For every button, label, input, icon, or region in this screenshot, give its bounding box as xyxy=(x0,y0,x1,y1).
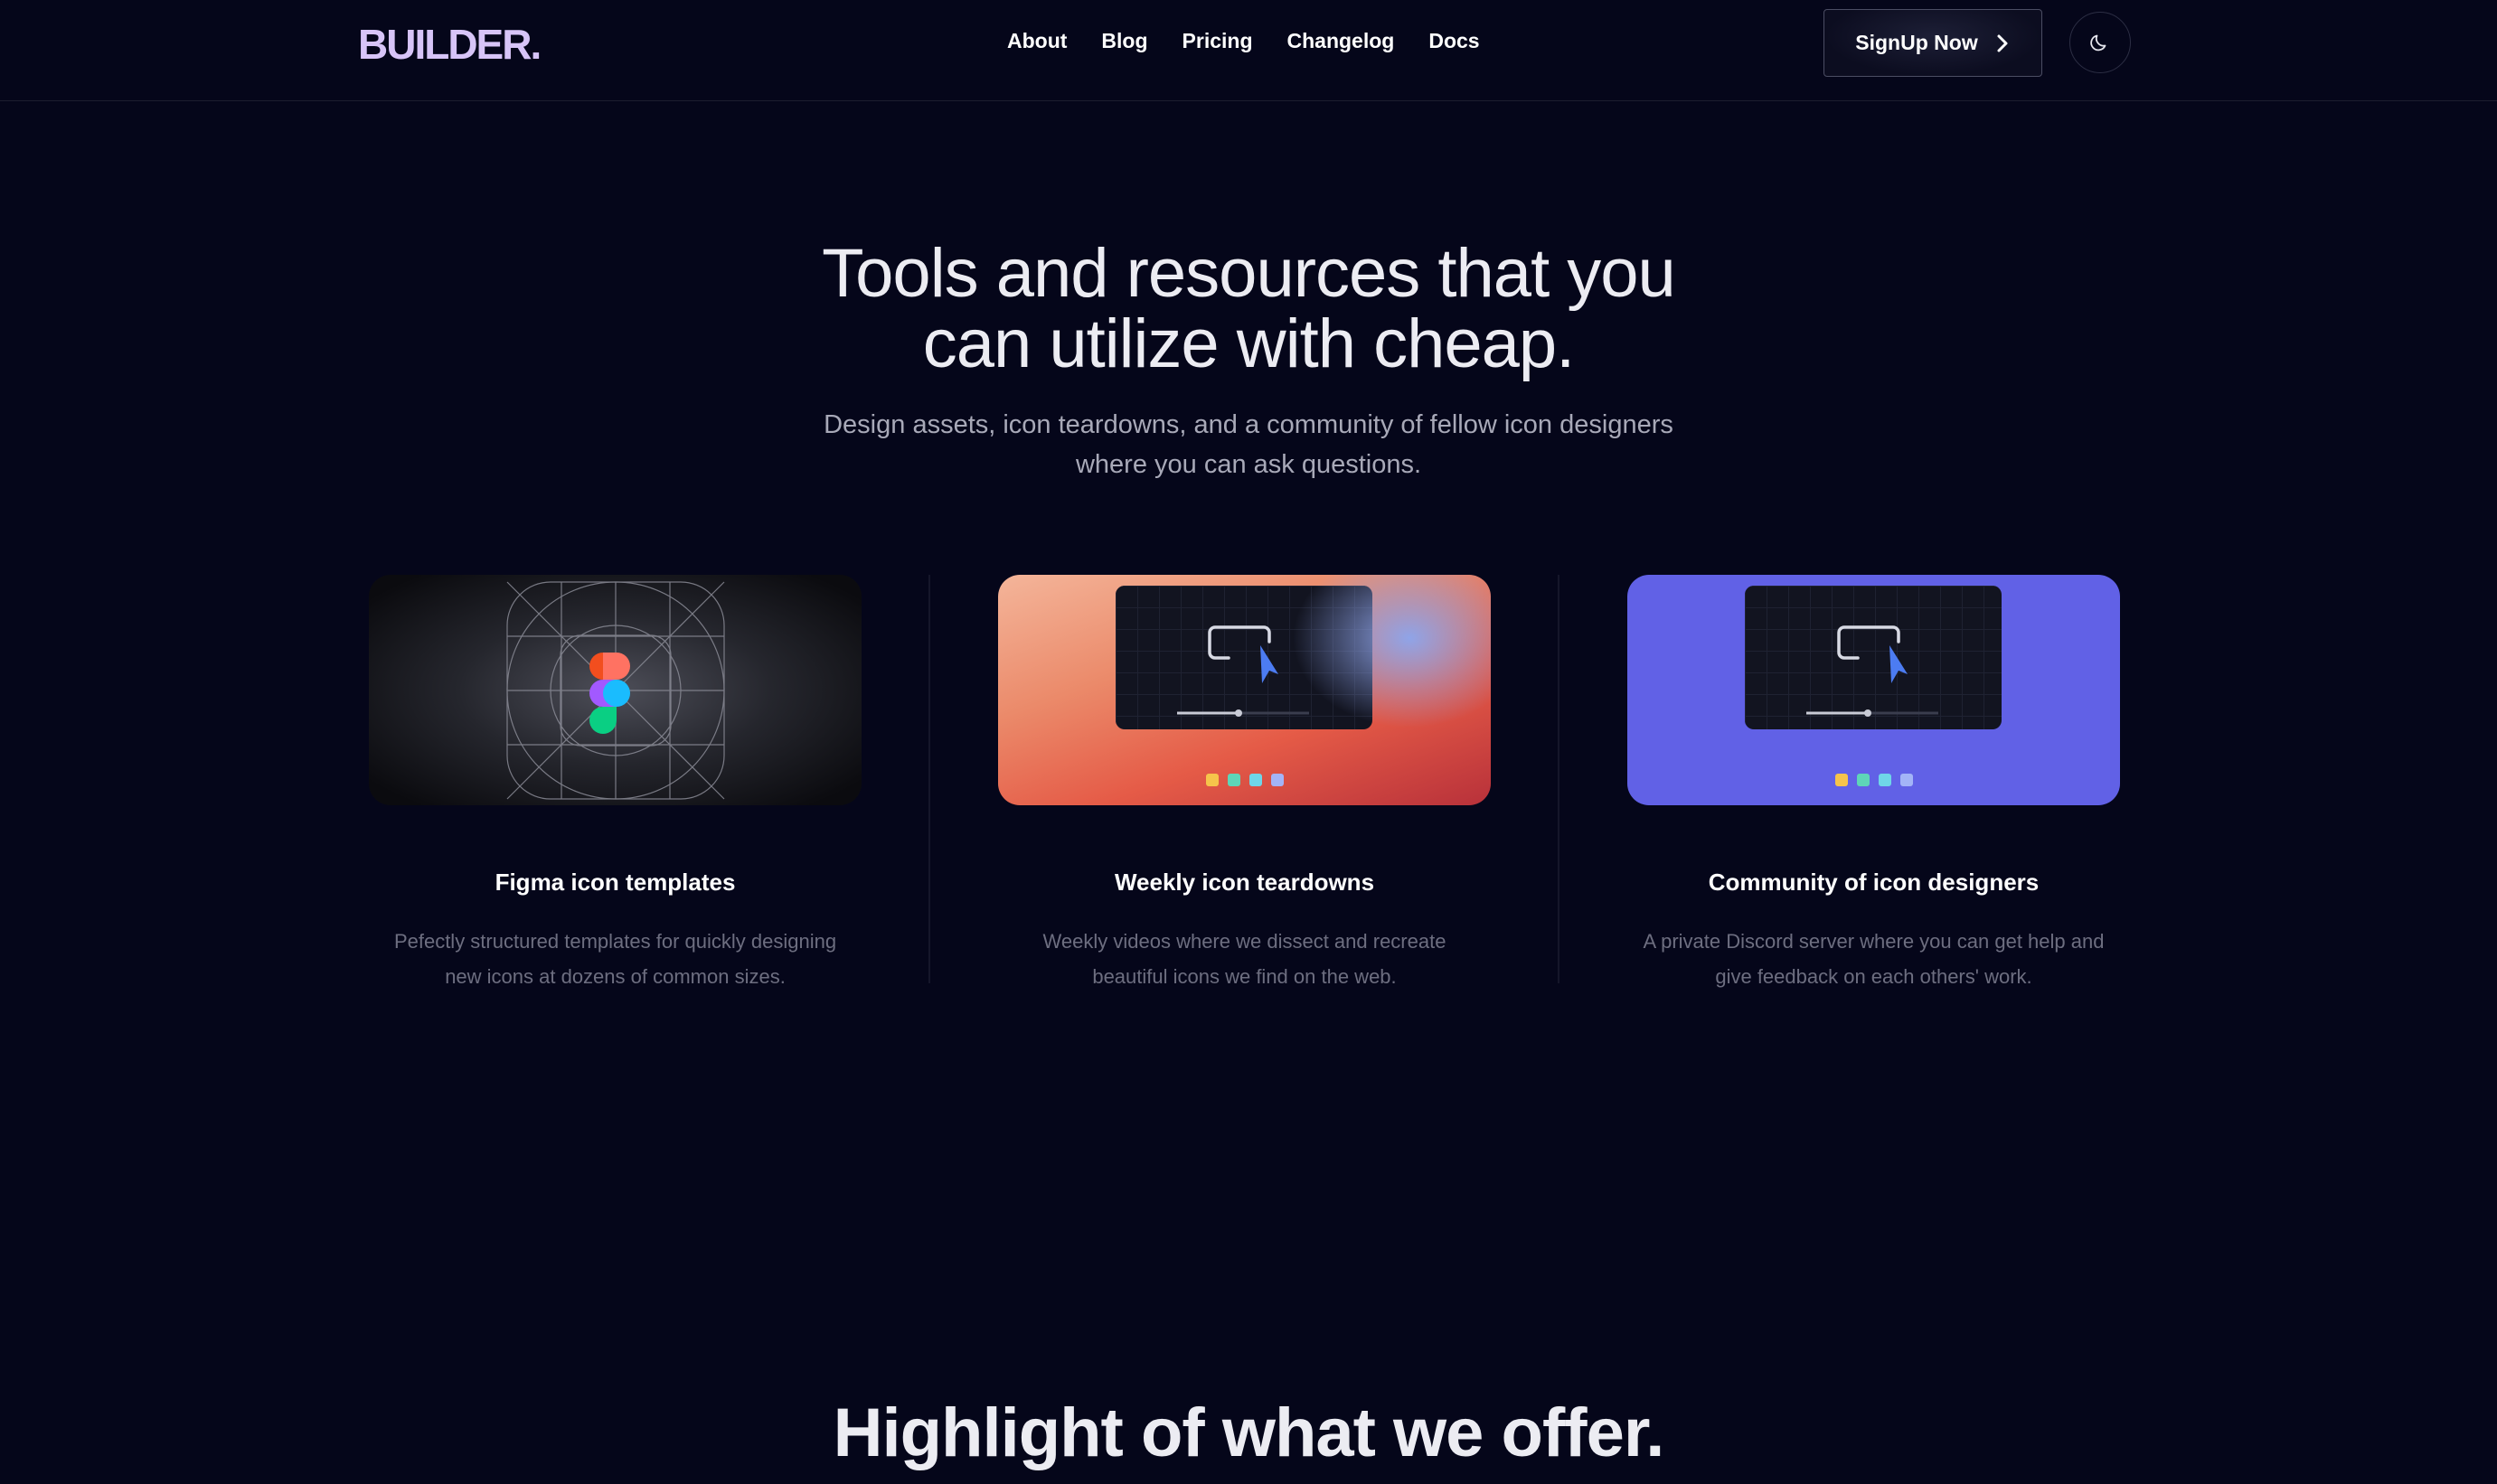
card-description-line1: A private Discord server where you can g… xyxy=(1643,930,2105,953)
video-player-icon xyxy=(1116,586,1372,729)
nav-changelog[interactable]: Changelog xyxy=(1287,29,1395,53)
nav-about[interactable]: About xyxy=(1007,29,1067,53)
hero-subtitle: Design assets, icon teardowns, and a com… xyxy=(0,405,2497,484)
card-description: Pefectly structured templates for quickl… xyxy=(369,924,862,994)
card-title: Weekly icon teardowns xyxy=(1114,869,1375,896)
card-thumbnail xyxy=(998,575,1491,805)
card-divider xyxy=(928,575,930,983)
logo[interactable]: BUILDER. xyxy=(358,20,542,69)
card-description: Weekly videos where we dissect and recre… xyxy=(998,924,1491,994)
moon-icon xyxy=(2090,34,2106,52)
nav-blog[interactable]: Blog xyxy=(1101,29,1147,53)
site-header: BUILDER. About Blog Pricing Changelog Do… xyxy=(0,0,2497,101)
hero-title-line2: can utilize with cheap. xyxy=(922,305,1576,382)
card-description-line2: beautiful icons we find on the web. xyxy=(1092,965,1397,988)
icon-grid-template xyxy=(506,581,725,800)
hero-subtitle-line2: where you can ask questions. xyxy=(1075,450,1422,479)
card-divider xyxy=(1558,575,1559,983)
color-dots xyxy=(1627,774,2120,786)
feature-card-community[interactable]: Community of icon designers A private Di… xyxy=(1627,575,2120,994)
nav-docs[interactable]: Docs xyxy=(1428,29,1479,53)
card-thumbnail xyxy=(369,575,862,805)
chevron-right-icon xyxy=(1997,34,2008,52)
card-description-line1: Weekly videos where we dissect and recre… xyxy=(1042,930,1446,953)
card-title: Community of icon designers xyxy=(1708,869,2040,896)
signup-button-label: SignUp Now xyxy=(1855,31,1978,54)
main-nav: About Blog Pricing Changelog Docs xyxy=(1007,29,1480,53)
card-description-line1: Pefectly structured templates for quickl… xyxy=(393,930,837,953)
card-title: Figma icon templates xyxy=(495,869,736,896)
card-description-line2: new icons at dozens of common sizes. xyxy=(445,965,786,988)
hero-title-line1: Tools and resources that you xyxy=(822,235,1676,312)
color-dots xyxy=(998,774,1491,786)
feature-card-teardowns[interactable]: Weekly icon teardowns Weekly videos wher… xyxy=(998,575,1491,994)
theme-toggle-button[interactable] xyxy=(2069,12,2131,73)
card-thumbnail xyxy=(1627,575,2120,805)
nav-pricing[interactable]: Pricing xyxy=(1183,29,1253,53)
figma-logo-icon xyxy=(589,653,630,734)
card-description: A private Discord server where you can g… xyxy=(1627,924,2120,994)
signup-button[interactable]: SignUp Now xyxy=(1823,9,2042,77)
video-player-icon xyxy=(1745,586,2002,729)
section-title: Highlight of what we offer. xyxy=(833,1395,1665,1471)
feature-card-figma[interactable]: Figma icon templates Pefectly structured… xyxy=(369,575,862,994)
card-description-line2: give feedback on each others' work. xyxy=(1715,965,2032,988)
hero-subtitle-line1: Design assets, icon teardowns, and a com… xyxy=(824,410,1673,439)
hero-title: Tools and resources that you can utilize… xyxy=(0,239,2497,380)
